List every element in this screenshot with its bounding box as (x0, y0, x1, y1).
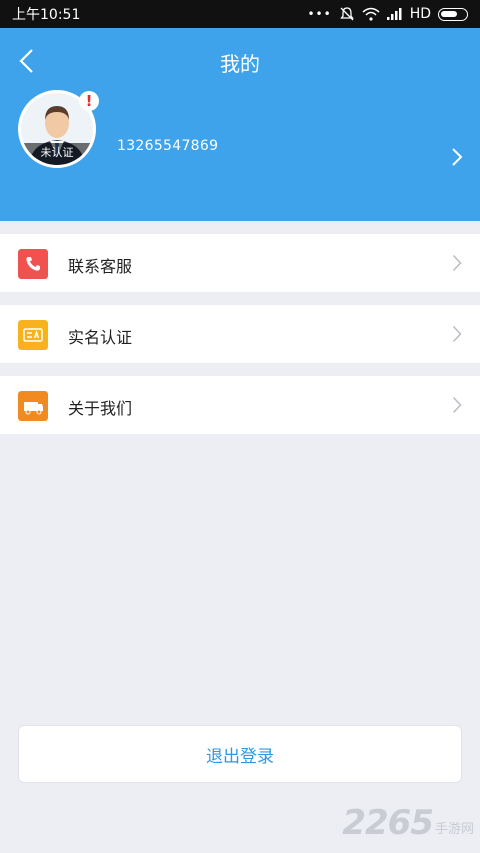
mute-bell-icon (339, 7, 354, 21)
menu-item-label: 关于我们 (68, 399, 133, 418)
phone-number: 13265547869 (117, 138, 219, 154)
battery-icon (438, 7, 468, 21)
phone-icon (18, 249, 48, 279)
more-dots-icon: ••• (307, 7, 332, 21)
menu-item-customer-service[interactable]: 联系客服 (0, 234, 480, 292)
menu-item-label: 联系客服 (68, 257, 133, 276)
watermark-text: 手游网 (434, 822, 474, 837)
id-card-icon (18, 320, 48, 350)
about-icon (18, 391, 48, 421)
status-icons: ••• HD (307, 6, 468, 22)
alert-icon: ! (79, 91, 99, 111)
menu-item-label: 实名认证 (68, 328, 133, 347)
wifi-icon (362, 7, 380, 21)
page-title: 我的 (220, 52, 260, 76)
logout-button[interactable]: 退出登录 (18, 725, 462, 783)
signal-icon (386, 8, 402, 20)
chevron-right-icon (452, 254, 462, 272)
chevron-right-icon (452, 396, 462, 414)
verification-badge: 未认证 (21, 143, 93, 165)
chevron-right-icon (452, 325, 462, 343)
menu-item-about-us[interactable]: 关于我们 (0, 376, 480, 434)
menu-item-real-name[interactable]: 实名认证 (0, 305, 480, 363)
chevron-right-icon[interactable] (450, 146, 464, 168)
status-bar: 上午10:51 ••• HD (0, 0, 480, 28)
watermark: 2265 手游网 (342, 803, 474, 843)
watermark-number: 2265 (342, 803, 434, 843)
status-time: 上午10:51 (12, 7, 81, 23)
network-label: HD (409, 6, 431, 22)
